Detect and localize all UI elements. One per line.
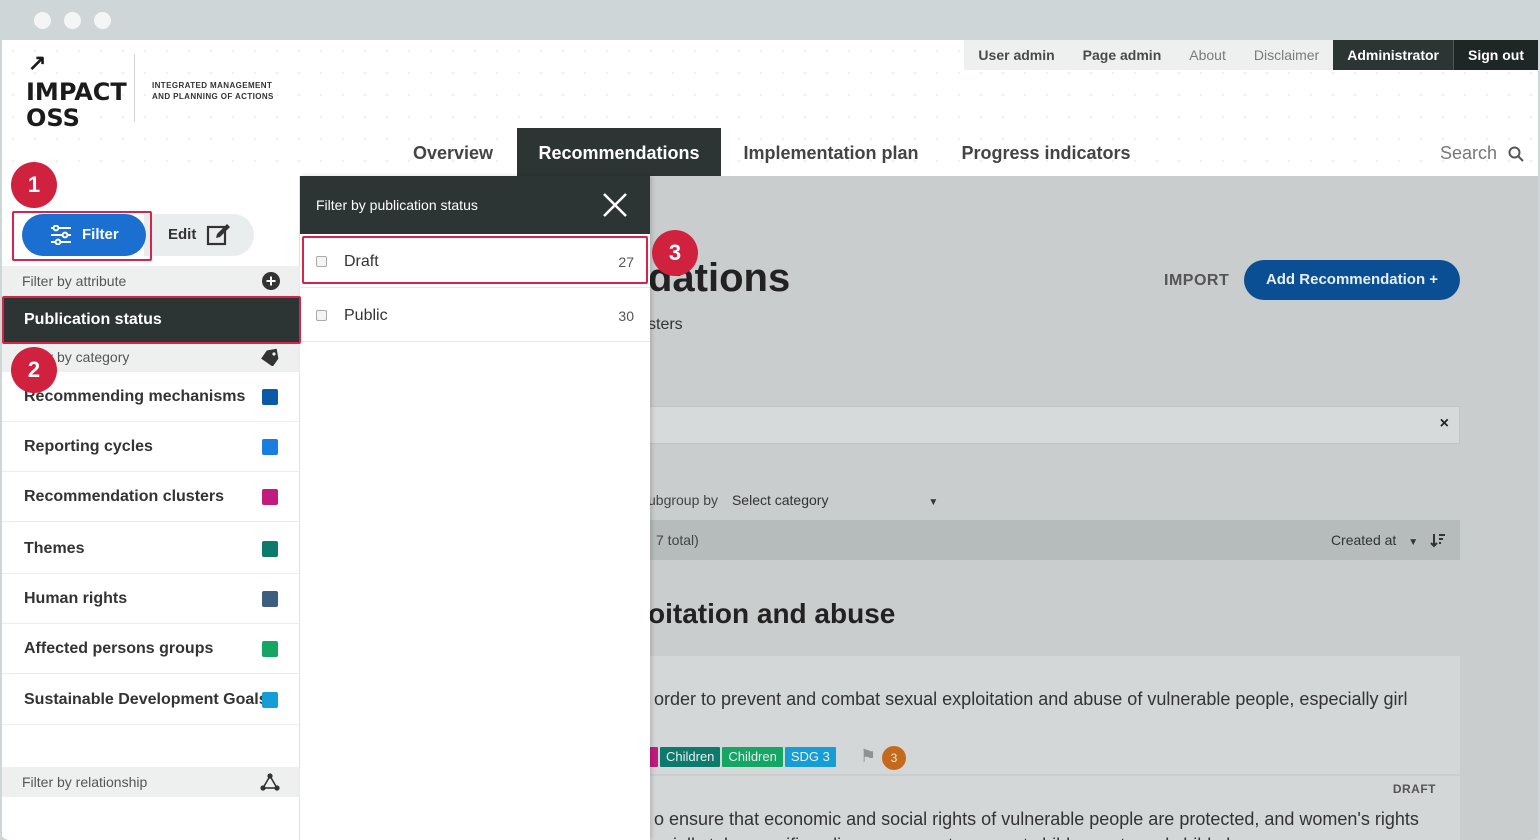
search-icon <box>1508 146 1524 162</box>
category-color-swatch <box>262 692 278 708</box>
tab-recommendations[interactable]: Recommendations <box>517 128 721 176</box>
window-dot-close[interactable] <box>34 12 51 29</box>
category-label: Affected persons groups <box>24 640 214 657</box>
group-title: oitation and abuse <box>648 598 896 629</box>
sort-label: Created at <box>1330 532 1397 548</box>
edit-button[interactable]: Edit <box>144 214 254 256</box>
nav-disclaimer[interactable]: Disclaimer <box>1239 40 1334 70</box>
logo-arrow-icon: ↗ <box>28 50 47 75</box>
top-navigation: User admin Page admin About Disclaimer A… <box>964 40 1538 70</box>
option-label: Public <box>344 307 388 324</box>
clear-search-icon[interactable]: × <box>1440 415 1449 433</box>
nav-sign-out[interactable]: Sign out <box>1453 40 1538 70</box>
indicator-flag-icon: ⚑ <box>860 746 877 766</box>
category-label: Human rights <box>24 590 128 607</box>
highlight-filter-button <box>12 211 152 261</box>
highlight-draft-option <box>302 236 648 284</box>
highlight-publication-status <box>2 296 301 344</box>
option-count: 30 <box>618 308 634 324</box>
window-titlebar <box>0 0 1540 40</box>
network-icon <box>260 773 280 791</box>
nav-user-admin[interactable]: User admin <box>964 40 1069 70</box>
recommendation-card[interactable]: order to prevent and combat sexual explo… <box>648 656 1460 774</box>
sort-caret-icon: ▼ <box>1408 537 1419 548</box>
tab-progress-indicators[interactable]: Progress indicators <box>946 128 1146 176</box>
list-count: 7 total) <box>656 532 699 548</box>
filter-by-attribute-header: Filter by attribute <box>2 266 300 296</box>
category-color-swatch <box>262 641 278 657</box>
logo-text-line1: IMPACT <box>26 78 127 106</box>
edit-icon <box>206 224 230 246</box>
category-label: Recommending mechanisms <box>24 388 246 405</box>
tag-icon <box>261 348 279 366</box>
sidebar-item-human-rights[interactable]: Human rights <box>2 574 300 624</box>
recommendation-card[interactable]: DRAFT o ensure that economic and social … <box>648 776 1460 840</box>
category-color-swatch <box>262 591 278 607</box>
category-color-swatch <box>262 541 278 557</box>
step-number-badge: 1 <box>11 162 57 208</box>
sidebar-item-affected-persons-groups[interactable]: Affected persons groups <box>2 624 300 674</box>
subgroup-control: ubgroup by Select category ▼ <box>648 492 938 508</box>
step-number-badge: 2 <box>11 347 57 393</box>
page: ↗ IMPACT OSS INTEGRATED MANAGEMENT AND P… <box>2 40 1538 840</box>
tab-overview[interactable]: Overview <box>394 128 512 176</box>
impact-oss-logo[interactable]: ↗ IMPACT OSS <box>24 50 134 132</box>
tag[interactable]: Children <box>660 747 721 767</box>
search-label: Search <box>1439 143 1497 163</box>
category-label: Sustainable Development Goals <box>24 691 268 708</box>
checkbox[interactable] <box>316 310 327 321</box>
list-search-input[interactable]: × <box>648 406 1460 444</box>
recommendation-text-line1: o ensure that economic and social rights… <box>654 809 1419 829</box>
page-subtitle: sters <box>648 316 683 333</box>
panel-title: Filter by publication status <box>316 197 478 213</box>
logo-divider <box>134 54 135 122</box>
sidebar-item-sustainable-development-goals[interactable]: Sustainable Development Goals <box>2 675 300 725</box>
search-button[interactable]: Search <box>1440 128 1524 176</box>
sidebar-item-themes[interactable]: Themes <box>2 524 300 574</box>
nav-administrator[interactable]: Administrator <box>1333 40 1453 70</box>
filter-sidebar: Edit Filter Filter by attribute Publicat… <box>2 176 300 840</box>
tag[interactable]: Children <box>722 747 783 767</box>
filter-option-public[interactable]: Public 30 <box>300 290 650 342</box>
step-number-badge: 3 <box>652 230 698 276</box>
window-dot-maximize[interactable] <box>94 12 111 29</box>
recommendation-text-line2: ecially take specific policy measures to… <box>654 832 1265 840</box>
subgroup-select[interactable]: Select category <box>732 492 829 508</box>
tag-list: Children Children SDG 3 <box>648 747 836 767</box>
sidebar-item-recommendation-clusters[interactable]: Recommendation clusters <box>2 472 300 522</box>
list-header: 7 total) Created at ▼ <box>648 520 1460 560</box>
import-button[interactable]: IMPORT <box>1164 272 1229 290</box>
sort-order-icon[interactable] <box>1430 532 1446 548</box>
category-label: Recommendation clusters <box>24 488 225 505</box>
category-color-swatch <box>262 439 278 455</box>
section-label: Filter by relationship <box>22 774 148 790</box>
chevron-down-icon[interactable]: ▼ <box>928 497 938 508</box>
category-color-swatch <box>262 489 278 505</box>
filter-by-relationship-header: Filter by relationship <box>2 767 300 797</box>
edit-label: Edit <box>168 226 197 243</box>
indicator-count-badge: 3 <box>882 746 906 770</box>
close-icon[interactable] <box>602 192 628 218</box>
nav-page-admin[interactable]: Page admin <box>1068 40 1176 70</box>
category-color-swatch <box>262 389 278 405</box>
tab-implementation-plan[interactable]: Implementation plan <box>732 128 930 176</box>
site-header: ↗ IMPACT OSS INTEGRATED MANAGEMENT AND P… <box>2 40 1538 176</box>
add-recommendation-button[interactable]: Add Recommendation + <box>1244 260 1460 300</box>
subgroup-label: ubgroup by <box>648 492 719 508</box>
browser-window: ↗ IMPACT OSS INTEGRATED MANAGEMENT AND P… <box>0 0 1540 840</box>
plus-circle-icon[interactable] <box>262 272 280 290</box>
section-label: Filter by attribute <box>22 273 127 289</box>
nav-about[interactable]: About <box>1175 40 1240 70</box>
recommendation-text: order to prevent and combat sexual explo… <box>654 689 1408 709</box>
window-dot-minimize[interactable] <box>64 12 81 29</box>
status-badge: DRAFT <box>1392 782 1436 796</box>
sort-control[interactable]: Created at ▼ <box>1331 532 1446 548</box>
sidebar-item-reporting-cycles[interactable]: Reporting cycles <box>2 422 300 472</box>
tag[interactable]: SDG 3 <box>784 747 836 767</box>
category-label: Reporting cycles <box>24 438 153 455</box>
main-navigation: Overview Recommendations Implementation … <box>2 128 1538 176</box>
panel-header: Filter by publication status <box>300 176 650 234</box>
logo-tagline: INTEGRATED MANAGEMENT AND PLANNING OF AC… <box>152 81 274 101</box>
category-label: Themes <box>24 540 85 557</box>
